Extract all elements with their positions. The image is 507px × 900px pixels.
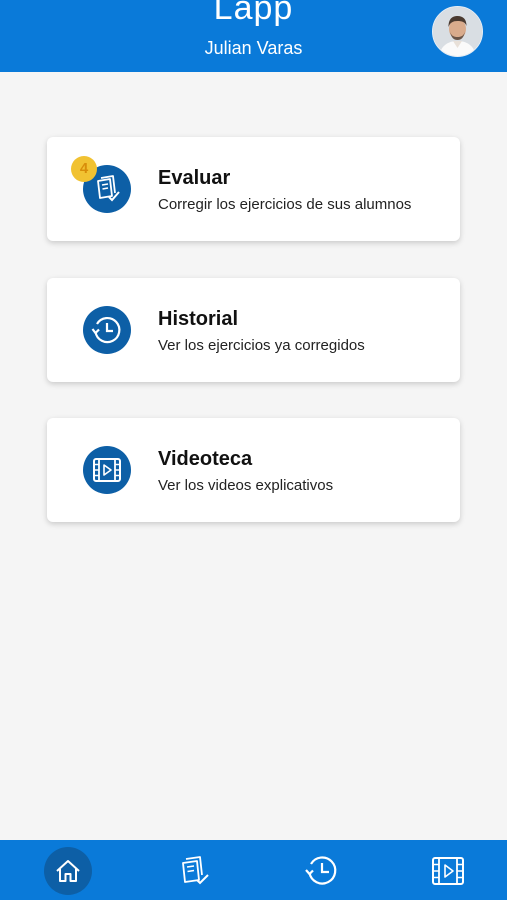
bottom-nav bbox=[0, 840, 507, 900]
card-title: Videoteca bbox=[158, 448, 253, 470]
nav-evaluar[interactable] bbox=[171, 847, 219, 895]
avatar-image bbox=[433, 7, 482, 56]
card-subtitle: Corregir los ejercicios de sus alumnos bbox=[158, 196, 412, 213]
notification-badge: 4 bbox=[71, 156, 97, 182]
card-title: Historial bbox=[158, 308, 239, 330]
card-videoteca[interactable]: Videoteca Ver los videos explicativos bbox=[47, 418, 460, 522]
history-icon bbox=[83, 306, 131, 354]
history-icon bbox=[305, 856, 337, 885]
card-evaluar[interactable]: 4 Evaluar Corregir los ejercicios de sus… bbox=[47, 137, 460, 241]
app-header: Lapp Julian Varas bbox=[0, 0, 507, 72]
card-subtitle: Ver los ejercicios ya corregidos bbox=[158, 337, 365, 354]
home-icon bbox=[56, 860, 80, 882]
evaluate-icon bbox=[182, 856, 209, 885]
video-library-icon bbox=[83, 446, 131, 494]
nav-home[interactable] bbox=[44, 847, 92, 895]
card-title: Evaluar bbox=[158, 167, 231, 189]
avatar[interactable] bbox=[432, 6, 483, 57]
card-subtitle: Ver los videos explicativos bbox=[158, 477, 334, 494]
nav-historial[interactable] bbox=[298, 847, 346, 895]
nav-videoteca[interactable] bbox=[424, 847, 472, 895]
app-title: Lapp bbox=[213, 0, 294, 27]
video-library-icon bbox=[432, 857, 464, 885]
user-name: Julian Varas bbox=[204, 38, 303, 58]
card-historial[interactable]: Historial Ver los ejercicios ya corregid… bbox=[47, 278, 460, 382]
